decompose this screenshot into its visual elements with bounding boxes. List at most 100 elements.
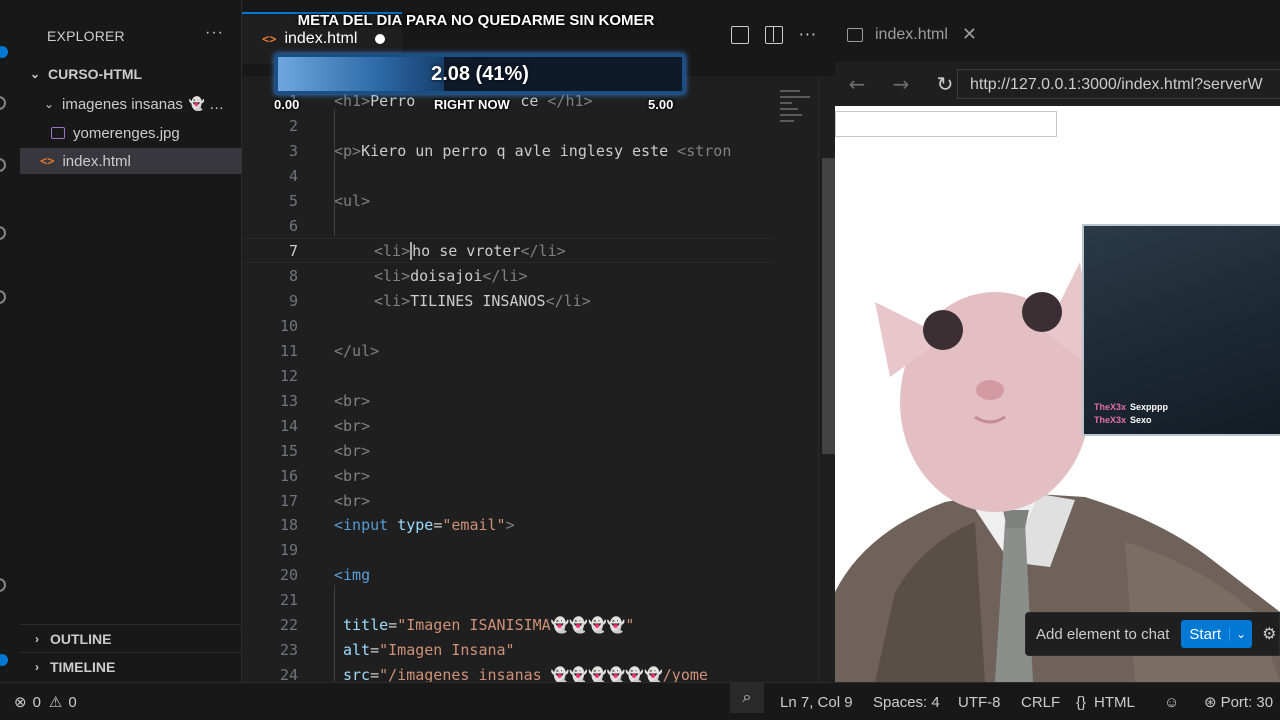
code-line: 8 <li> doisajoi </li>	[288, 266, 528, 285]
editor-more-button[interactable]: ···	[799, 26, 817, 44]
outline-label: OUTLINE	[50, 630, 112, 647]
goal-max: 5.00	[648, 97, 674, 112]
chevron-down-icon[interactable]: ⌄	[1229, 627, 1252, 641]
browser-tabbar: index.html ✕	[835, 0, 1280, 62]
code-line: 12	[279, 366, 298, 385]
code-line-current: 7 <li> ho se vroter </li>	[242, 238, 773, 263]
start-button[interactable]: Start ⌄	[1181, 620, 1253, 648]
code-line: 4	[288, 166, 298, 185]
chat-message: TheX3x Sexo	[1094, 415, 1152, 425]
folder-ellipsis: …	[209, 95, 225, 113]
project-folder-label: CURSO-HTML	[48, 66, 143, 82]
source-control-icon[interactable]	[0, 158, 6, 172]
code-line: 14 <br>	[279, 416, 371, 435]
goal-min: 0.00	[274, 97, 300, 112]
indentation[interactable]: Spaces: 4	[873, 683, 940, 720]
html-file-icon: <>	[40, 154, 55, 168]
unsaved-dot-icon[interactable]	[375, 34, 386, 44]
folder-label: imagenes insanas	[62, 95, 183, 113]
file-yomerenges[interactable]: yomerenges.jpg	[20, 120, 242, 146]
file-label: yomerenges.jpg	[73, 124, 180, 142]
explorer-more-button[interactable]: ···	[205, 24, 224, 42]
code-line: 22 title = "Imagen ISANISIMA👻👻👻👻"	[279, 615, 635, 634]
tab-label: index.html	[284, 30, 358, 47]
problems-indicator[interactable]: ⊗ 0 ⚠ 0	[14, 683, 77, 720]
browser-tab[interactable]: index.html ✕	[847, 24, 977, 45]
chevron-right-icon: ›	[35, 659, 39, 674]
close-icon[interactable]: ✕	[962, 24, 977, 45]
code-line: 6	[288, 216, 298, 235]
code-line: 2	[288, 116, 298, 135]
warning-icon: ⚠	[48, 694, 63, 711]
encoding[interactable]: UTF-8	[958, 683, 1001, 720]
code-line: 20 <img	[279, 565, 371, 584]
chevron-down-icon: ⌄	[29, 67, 41, 81]
forward-arrow-icon[interactable]: →	[879, 72, 923, 96]
scrollbar-thumb[interactable]	[822, 158, 836, 454]
goal-value: 2.08 (41%)	[431, 63, 529, 85]
stream-chat-overlay: TheX3x Sexpppp TheX3x Sexo	[1082, 224, 1280, 436]
code-line: 16 <br>	[279, 466, 371, 485]
add-element-to-chat-bar: Add element to chat Start ⌄ ⚙	[1025, 612, 1280, 656]
zoom-icon[interactable]: ⌕	[730, 683, 764, 713]
code-line: 21	[279, 590, 298, 609]
settings-badge	[0, 654, 8, 666]
language-mode[interactable]: {} HTML	[1076, 683, 1135, 720]
activity-bar	[0, 0, 20, 682]
cursor-position[interactable]: Ln 7, Col 9	[780, 683, 853, 720]
search-icon[interactable]	[0, 96, 6, 110]
goal-now-label: RIGHT NOW	[434, 97, 510, 112]
code-line: 19	[279, 540, 298, 559]
editor-actions: ···	[730, 26, 817, 44]
line-endings[interactable]: CRLF	[1021, 683, 1060, 720]
folder-imagenes-insanas[interactable]: ⌄ imagenes insanas 👻 …	[20, 91, 242, 117]
copilot-icon[interactable]: ☺	[1164, 683, 1179, 720]
timeline-label: TIMELINE	[50, 658, 116, 675]
chevron-down-icon: ⌄	[43, 97, 55, 111]
account-icon[interactable]	[0, 578, 6, 592]
simple-browser: index.html ✕ ← → ↻ http://127.0.0.1:3000…	[835, 0, 1280, 682]
browser-toolbar: ← → ↻ http://127.0.0.1:3000/index.html?s…	[835, 62, 1280, 106]
code-line: 24 src = "/imagenes insanas 👻👻👻👻👻👻/yome	[279, 665, 708, 683]
chat-message: TheX3x Sexpppp	[1094, 402, 1169, 412]
html-file-icon: <>	[262, 32, 277, 46]
browser-icon	[847, 27, 863, 42]
back-arrow-icon[interactable]: ←	[835, 72, 879, 96]
minimap[interactable]	[778, 86, 818, 146]
code-line: 17 <br>	[279, 491, 371, 510]
image-file-icon	[51, 127, 65, 139]
chevron-right-icon: ›	[35, 631, 39, 646]
project-folder[interactable]: ⌄ CURSO-HTML	[20, 61, 242, 87]
timeline-section[interactable]: › TIMELINE	[20, 652, 242, 680]
goal-progress-bar: 2.08 (41%)	[275, 54, 685, 94]
code-line: 10	[279, 316, 298, 335]
braces-icon: {}	[1076, 693, 1087, 711]
email-input[interactable]	[835, 111, 1057, 137]
code-line: 5 <ul>	[288, 191, 371, 210]
outline-section[interactable]: › OUTLINE	[20, 624, 242, 652]
url-bar[interactable]: http://127.0.0.1:3000/index.html?serverW	[957, 69, 1280, 99]
browser-tab-label: index.html	[875, 25, 948, 43]
status-bar: ⊗ 0 ⚠ 0 ⌕ Ln 7, Col 9 Spaces: 4 UTF-8 CR…	[0, 682, 1280, 720]
code-line: 18 <input type = "email" >	[279, 515, 515, 534]
file-index-html[interactable]: <> index.html	[20, 148, 242, 174]
browser-viewport: TheX3x Sexpppp TheX3x Sexo Add element to …	[835, 106, 1280, 682]
code-line: 15 <br>	[279, 441, 371, 460]
extensions-icon[interactable]	[0, 290, 6, 304]
code-line: 23 alt = "Imagen Insana"	[279, 640, 515, 659]
open-preview-icon[interactable]	[730, 26, 749, 44]
notification-badge	[0, 46, 8, 58]
code-line: 3 <p> Kiero un perro q avle inglesy este <…	[288, 141, 732, 160]
code-line: 13 <br>	[279, 391, 371, 410]
run-icon[interactable]	[0, 226, 6, 240]
editor-scrollbar[interactable]	[818, 76, 836, 682]
code-line: 9 <li> TILINES INSANOS </li>	[288, 291, 591, 310]
broadcast-icon: ⊛	[1204, 694, 1217, 711]
live-server-port[interactable]: ⊛ Port: 30	[1204, 683, 1273, 720]
code-area[interactable]: 1 <h1> Perro ce </h1> 2 3 <p> Kiero un perro…	[242, 88, 802, 682]
gear-icon[interactable]: ⚙	[1262, 624, 1276, 644]
explorer-sidebar: EXPLORER ··· ⌄ CURSO-HTML ⌄ imagenes ins…	[20, 0, 242, 682]
split-editor-icon[interactable]	[764, 26, 783, 44]
explorer-title: EXPLORER	[47, 28, 125, 44]
error-icon: ⊗	[14, 694, 27, 711]
